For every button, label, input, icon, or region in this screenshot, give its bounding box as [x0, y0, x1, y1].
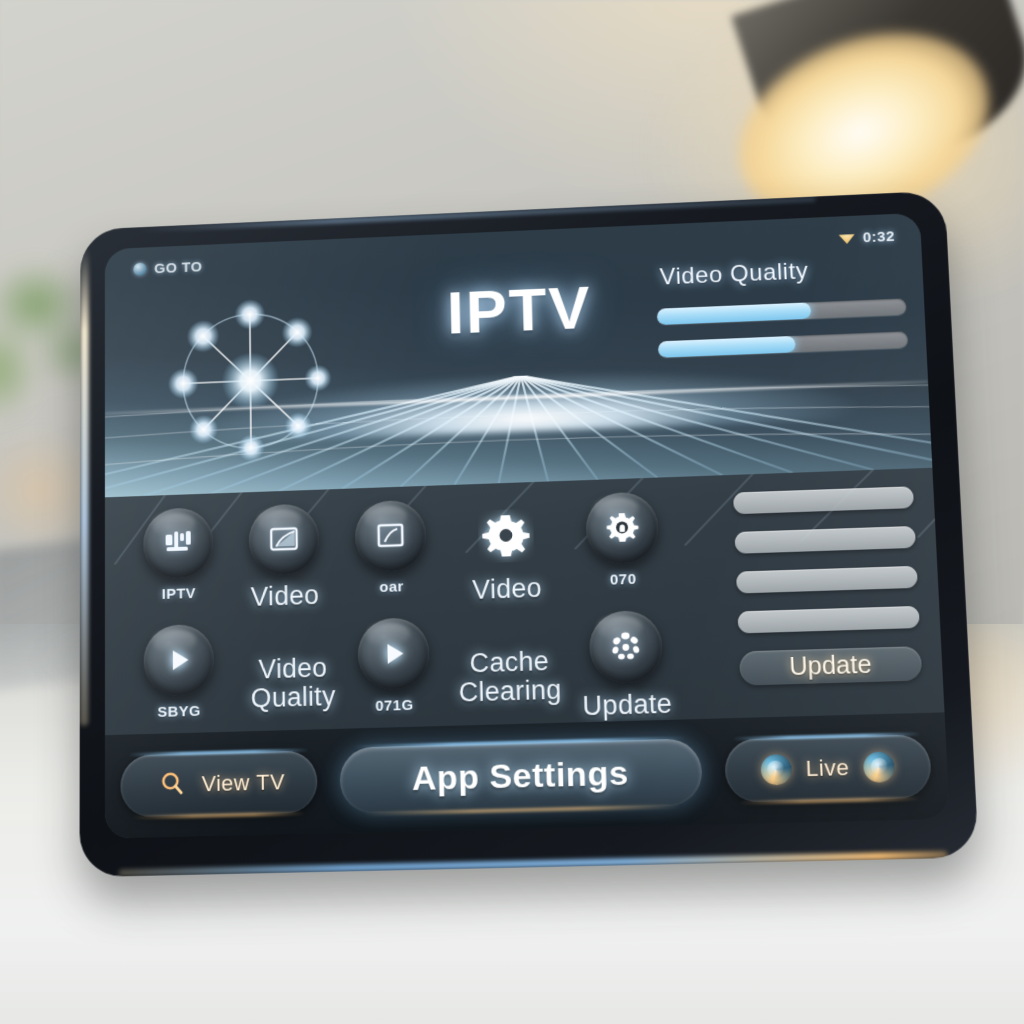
- screen-frame-icon: [354, 499, 427, 573]
- grid-item-play-2[interactable]: 071G: [339, 617, 449, 739]
- grid-item-video-label: Video: [250, 580, 320, 612]
- screen-cast-icon: [248, 503, 320, 576]
- spinner-icon: [588, 609, 663, 684]
- placeholder-list: Update: [733, 486, 923, 686]
- quality-slider-1[interactable]: [656, 298, 907, 326]
- app-settings-button[interactable]: App Settings: [339, 738, 703, 814]
- grid-item-gear-video[interactable]: Video: [444, 495, 570, 617]
- video-quality-panel: Video Quality: [655, 254, 909, 374]
- grid-item-cache-clearing-label: Cache Clearing: [458, 645, 562, 708]
- scene: GO TO 0:32 IPTV Video Quality IPTV Video…: [0, 0, 1024, 1024]
- tablet-bezel: GO TO 0:32 IPTV Video Quality IPTV Video…: [79, 190, 979, 878]
- grid-item-screen[interactable]: oar: [337, 499, 446, 620]
- grid-item-screen-label: oar: [379, 578, 404, 596]
- placeholder-bar[interactable]: [736, 565, 918, 594]
- status-left-group: GO TO: [133, 259, 202, 278]
- live-label: Live: [805, 754, 850, 782]
- settings-lock-icon: [584, 491, 659, 565]
- grid-item-settings[interactable]: 070: [566, 491, 678, 613]
- status-left-label: GO TO: [154, 258, 203, 277]
- quality-slider-2[interactable]: [657, 331, 909, 358]
- icon-grid: IPTV Video oar Video 070 SBYG Video Qual…: [126, 491, 683, 745]
- play-icon: [143, 623, 215, 697]
- quality-slider-1-fill: [656, 302, 812, 326]
- grid-item-settings-label: 070: [609, 570, 637, 589]
- grid-item-update-label: Update: [582, 688, 673, 722]
- live-button[interactable]: Live: [724, 734, 933, 803]
- app-settings-label: App Settings: [411, 753, 630, 798]
- grid-item-video[interactable]: Video: [231, 503, 338, 624]
- bottom-toolbar: View TV App Settings Live: [104, 712, 950, 839]
- app-status-icon: [133, 262, 147, 277]
- wifi-icon: [839, 232, 855, 244]
- gear-icon: [478, 508, 535, 568]
- grid-item-video-quality-label: Video Quality: [250, 652, 336, 714]
- tablet-screen: GO TO 0:32 IPTV Video Quality IPTV Video…: [104, 212, 950, 839]
- grid-item-update[interactable]: Update: [570, 609, 683, 732]
- antenna-icon: [143, 506, 214, 580]
- tablet-device: GO TO 0:32 IPTV Video Quality IPTV Video…: [79, 190, 979, 878]
- play-icon: [357, 617, 430, 691]
- grid-item-play-1-label: SBYG: [157, 702, 202, 721]
- grid-item-play-1[interactable]: SBYG: [126, 623, 232, 744]
- update-button[interactable]: Update: [739, 646, 923, 686]
- page-title: IPTV: [446, 274, 593, 348]
- grid-item-iptv-label: IPTV: [161, 585, 197, 603]
- bezel-rim-light-left: [79, 246, 89, 726]
- status-clock: 0:32: [862, 227, 896, 246]
- placeholder-bar[interactable]: [734, 525, 916, 554]
- grid-item-iptv[interactable]: IPTV: [126, 506, 232, 626]
- search-icon: [158, 770, 188, 801]
- view-tv-label: View TV: [201, 769, 286, 797]
- placeholder-bar[interactable]: [737, 605, 920, 634]
- grid-item-gear-video-label: Video: [471, 572, 543, 605]
- orb-icon: [760, 754, 793, 786]
- quality-slider-2-fill: [657, 335, 796, 358]
- grid-item-play-2-label: 071G: [375, 696, 414, 715]
- orb-icon: [863, 751, 896, 783]
- hero-banner: GO TO 0:32 IPTV Video Quality: [104, 212, 933, 498]
- grid-item-video-quality[interactable]: Video Quality: [232, 619, 355, 741]
- video-quality-label: Video Quality: [659, 258, 810, 291]
- view-tv-button[interactable]: View TV: [120, 750, 318, 818]
- status-right-group: 0:32: [838, 228, 895, 247]
- icon-grid-row-1: IPTV Video oar Video 070: [126, 491, 679, 627]
- network-nodes-icon: [154, 282, 348, 480]
- grid-item-cache-clearing[interactable]: Cache Clearing: [447, 613, 574, 736]
